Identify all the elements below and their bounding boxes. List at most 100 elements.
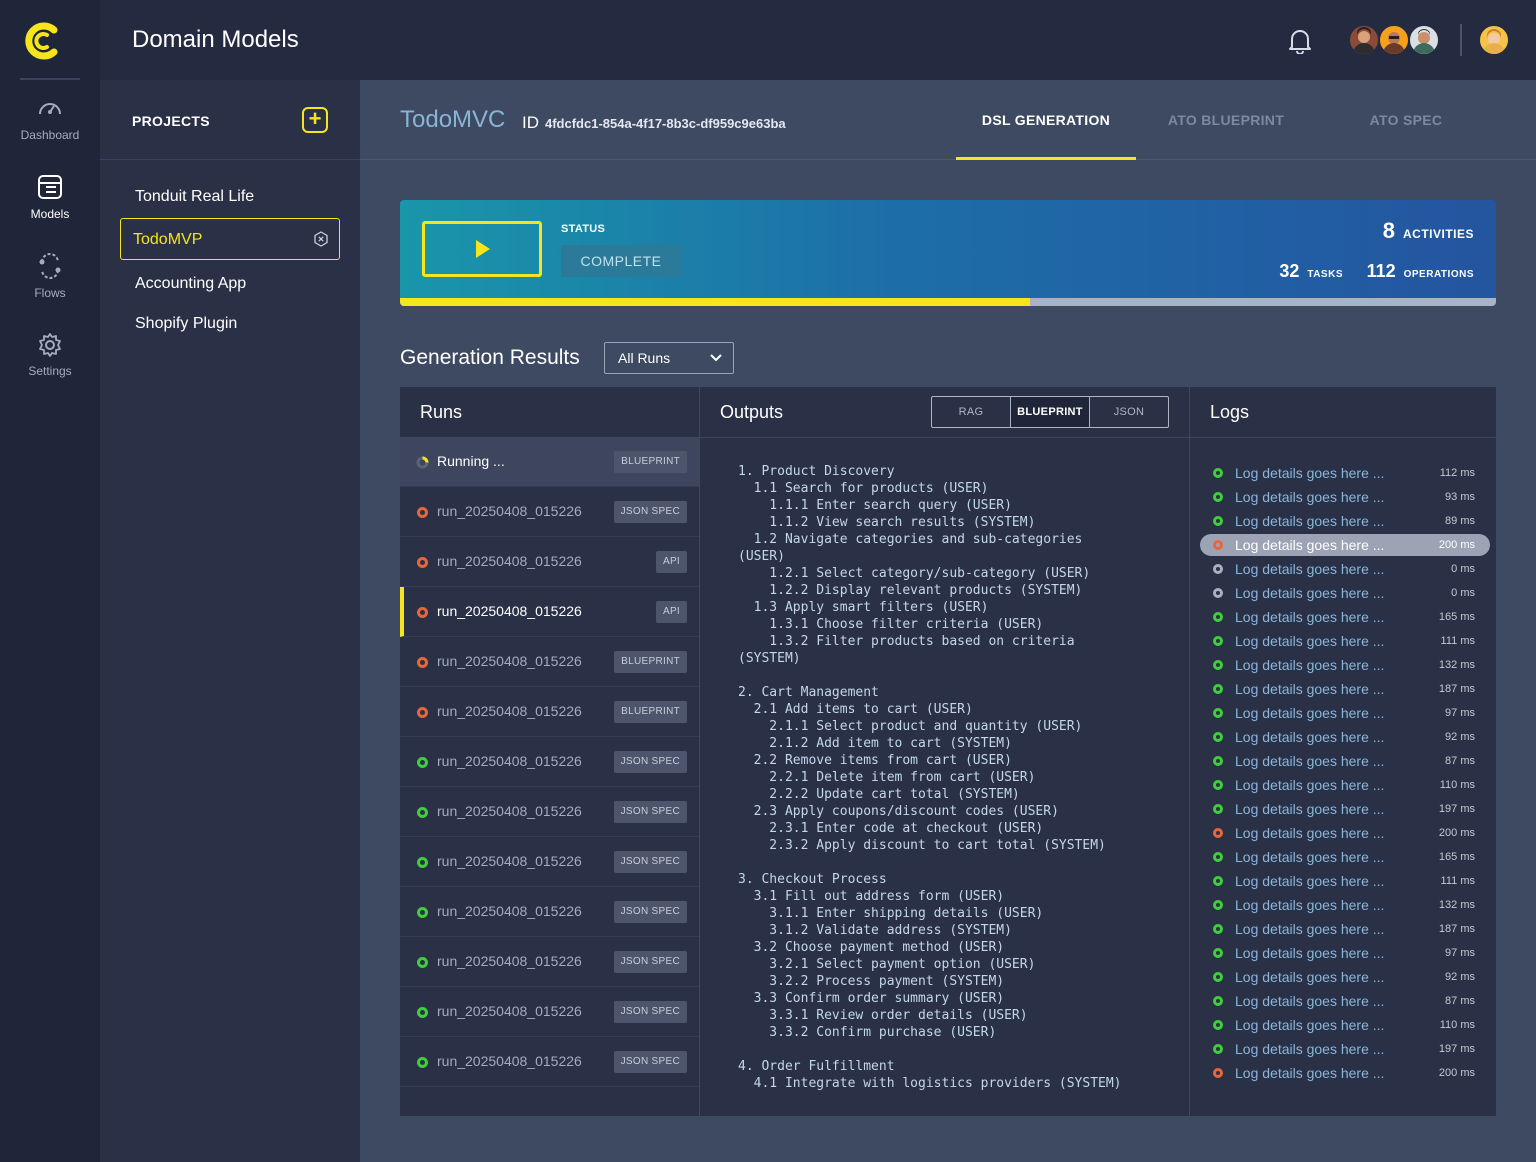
log-row[interactable]: Log details goes here ... 165 ms bbox=[1200, 846, 1490, 868]
play-button[interactable] bbox=[422, 221, 542, 277]
status-ok-icon bbox=[1213, 804, 1223, 814]
log-row[interactable]: Log details goes here ... 132 ms bbox=[1200, 894, 1490, 916]
log-duration: 110 ms bbox=[1439, 1019, 1475, 1031]
status-ok-icon bbox=[1213, 852, 1223, 862]
logo-icon[interactable] bbox=[20, 18, 66, 64]
run-row[interactable]: run_20250408_015226 JSON SPEC bbox=[400, 1037, 699, 1087]
run-row[interactable]: run_20250408_015226 BLUEPRINT bbox=[400, 637, 699, 687]
status-ok-icon bbox=[417, 1057, 428, 1068]
log-row[interactable]: Log details goes here ... 200 ms bbox=[1200, 822, 1490, 844]
run-name: run_20250408_015226 bbox=[437, 953, 582, 969]
format-blueprint-button[interactable]: BLUEPRINT bbox=[1011, 397, 1090, 427]
status-ok-icon bbox=[1213, 996, 1223, 1006]
run-name: Running ... bbox=[437, 453, 505, 469]
run-row[interactable]: run_20250408_015226 BLUEPRINT bbox=[400, 687, 699, 737]
run-row[interactable]: run_20250408_015226 API bbox=[400, 537, 699, 587]
log-row[interactable]: Log details goes here ... 200 ms bbox=[1200, 1062, 1490, 1084]
run-row[interactable]: run_20250408_015226 JSON SPEC bbox=[400, 887, 699, 937]
activities-count: 8 bbox=[1382, 218, 1395, 243]
log-row[interactable]: Log details goes here ... 112 ms bbox=[1200, 462, 1490, 484]
status-card: STATUS COMPLETE 8 ACTIVITIES 32 TASKS 112 O… bbox=[400, 200, 1496, 306]
status-ok-icon bbox=[1213, 948, 1223, 958]
logs-column: Logs Log details goes here ... 112 ms Log … bbox=[1190, 387, 1496, 1116]
log-row[interactable]: Log details goes here ... 197 ms bbox=[1200, 1038, 1490, 1060]
runs-filter-select[interactable]: All Runs bbox=[604, 342, 734, 374]
log-row[interactable]: Log details goes here ... 197 ms bbox=[1200, 798, 1490, 820]
log-row[interactable]: Log details goes here ... 165 ms bbox=[1200, 606, 1490, 628]
log-row[interactable]: Log details goes here ... 97 ms bbox=[1200, 702, 1490, 724]
status-ok-icon bbox=[1213, 1044, 1223, 1054]
tab-ato-spec[interactable]: ATO SPEC bbox=[1316, 80, 1496, 160]
run-type-badge: BLUEPRINT bbox=[614, 701, 687, 723]
projects-header: PROJECTS + bbox=[100, 80, 360, 160]
run-row[interactable]: run_20250408_015226 JSON SPEC bbox=[400, 737, 699, 787]
project-item[interactable]: Shopify Plugin bbox=[120, 303, 340, 345]
tab-ato-blueprint[interactable]: ATO BLUEPRINT bbox=[1136, 80, 1316, 160]
run-row[interactable]: run_20250408_015226 JSON SPEC bbox=[400, 837, 699, 887]
log-duration: 93 ms bbox=[1445, 491, 1475, 503]
run-row[interactable]: run_20250408_015226 JSON SPEC bbox=[400, 787, 699, 837]
log-row[interactable]: Log details goes here ... 92 ms bbox=[1200, 726, 1490, 748]
rail-item-models[interactable]: Models bbox=[0, 173, 100, 221]
log-text: Log details goes here ... bbox=[1235, 513, 1385, 529]
log-row[interactable]: Log details goes here ... 200 ms bbox=[1200, 534, 1490, 556]
project-item-active[interactable]: TodoMVP bbox=[120, 218, 340, 260]
run-row[interactable]: run_20250408_015226 JSON SPEC bbox=[400, 487, 699, 537]
rail-item-settings[interactable]: Settings bbox=[0, 332, 100, 378]
log-duration: 0 ms bbox=[1451, 587, 1475, 599]
rail-label-dashboard: Dashboard bbox=[20, 128, 80, 142]
run-name: run_20250408_015226 bbox=[437, 803, 582, 819]
collaborator-avatar[interactable] bbox=[1408, 24, 1440, 56]
project-id-label: ID bbox=[522, 113, 539, 132]
bell-icon[interactable] bbox=[1288, 28, 1312, 54]
run-type-badge: BLUEPRINT bbox=[614, 651, 687, 673]
close-icon[interactable] bbox=[313, 231, 329, 247]
format-json-button[interactable]: JSON bbox=[1090, 397, 1168, 427]
format-rag-button[interactable]: RAG bbox=[932, 397, 1011, 427]
log-row[interactable]: Log details goes here ... 87 ms bbox=[1200, 750, 1490, 772]
rail-item-flows[interactable]: Flows bbox=[0, 252, 100, 300]
add-project-button[interactable]: + bbox=[302, 107, 328, 133]
outputs-column: Outputs RAG BLUEPRINT JSON 1. Product Di… bbox=[700, 387, 1190, 1116]
project-id: 4fdcfdc1-854a-4f17-8b3c-df959c9e63ba bbox=[545, 116, 786, 131]
log-row[interactable]: Log details goes here ... 93 ms bbox=[1200, 486, 1490, 508]
status-ok-icon bbox=[1213, 468, 1223, 478]
log-row[interactable]: Log details goes here ... 187 ms bbox=[1200, 918, 1490, 940]
log-duration: 0 ms bbox=[1451, 563, 1475, 575]
log-row[interactable]: Log details goes here ... 110 ms bbox=[1200, 1014, 1490, 1036]
log-row[interactable]: Log details goes here ... 111 ms bbox=[1200, 870, 1490, 892]
log-duration: 111 ms bbox=[1440, 635, 1475, 647]
log-row[interactable]: Log details goes here ... 97 ms bbox=[1200, 942, 1490, 964]
divider bbox=[1190, 437, 1496, 438]
run-row[interactable]: run_20250408_015226 API bbox=[400, 587, 699, 637]
log-row[interactable]: Log details goes here ... 87 ms bbox=[1200, 990, 1490, 1012]
run-row[interactable]: run_20250408_015226 JSON SPEC bbox=[400, 987, 699, 1037]
log-duration: 112 ms bbox=[1439, 467, 1475, 479]
log-text: Log details goes here ... bbox=[1235, 873, 1385, 889]
log-row[interactable]: Log details goes here ... 92 ms bbox=[1200, 966, 1490, 988]
status-ok-icon bbox=[1213, 1020, 1223, 1030]
run-name: run_20250408_015226 bbox=[437, 653, 582, 669]
status-error-icon bbox=[417, 657, 428, 668]
projects-panel: PROJECTS + Tonduit Real Life TodoMVP Acc… bbox=[100, 80, 360, 1162]
collaborator-avatar[interactable] bbox=[1378, 24, 1410, 56]
log-duration: 187 ms bbox=[1438, 923, 1475, 935]
log-row[interactable]: Log details goes here ... 110 ms bbox=[1200, 774, 1490, 796]
tab-dsl-generation[interactable]: DSL GENERATION bbox=[956, 80, 1136, 160]
log-row[interactable]: Log details goes here ... 111 ms bbox=[1200, 630, 1490, 652]
project-item[interactable]: Tonduit Real Life bbox=[120, 176, 340, 218]
tasks-count: 32 bbox=[1279, 261, 1300, 281]
run-row[interactable]: run_20250408_015226 JSON SPEC bbox=[400, 937, 699, 987]
user-avatar[interactable] bbox=[1478, 24, 1510, 56]
log-row[interactable]: Log details goes here ... 132 ms bbox=[1200, 654, 1490, 676]
log-row[interactable]: Log details goes here ... 187 ms bbox=[1200, 678, 1490, 700]
run-row[interactable]: Running ... BLUEPRINT bbox=[400, 437, 699, 487]
collaborator-avatar[interactable] bbox=[1348, 24, 1380, 56]
project-item[interactable]: Accounting App bbox=[120, 263, 340, 305]
log-row[interactable]: Log details goes here ... 0 ms bbox=[1200, 558, 1490, 580]
status-ok-icon bbox=[1213, 684, 1223, 694]
rail-item-dashboard[interactable]: Dashboard bbox=[0, 96, 100, 142]
play-icon bbox=[476, 240, 490, 258]
log-row[interactable]: Log details goes here ... 0 ms bbox=[1200, 582, 1490, 604]
log-row[interactable]: Log details goes here ... 89 ms bbox=[1200, 510, 1490, 532]
